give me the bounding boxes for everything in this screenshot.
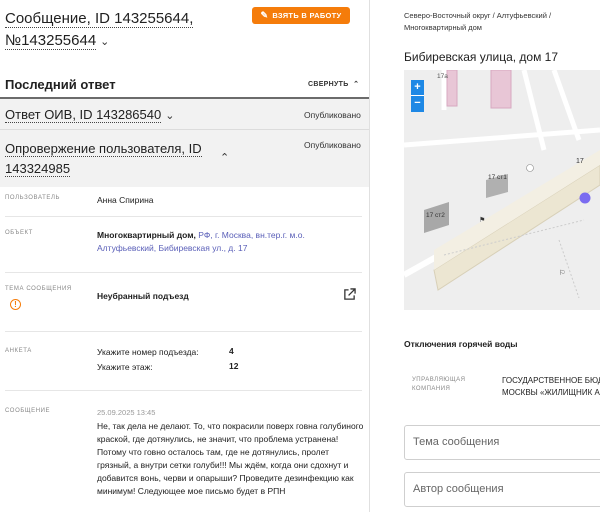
management-company-line2: МОСКВЫ «ЖИЛИЩНИК А (502, 388, 600, 397)
warning-icon: ! (10, 299, 21, 310)
form-label: АНКЕТА (5, 348, 32, 354)
collapse-button[interactable]: СВЕРНУТЬ ⌃ (308, 80, 359, 88)
management-company-label: УПРАВЛЯЮЩАЯ КОМПАНИЯ (412, 377, 466, 392)
map-label-17st2: 17 ст2 (426, 212, 445, 219)
divider (0, 129, 369, 130)
divider (5, 331, 362, 332)
entrance-icon: ⚑ (479, 216, 485, 224)
refutation-title[interactable]: Опровержение пользователя, ID 143324985 (5, 139, 220, 179)
chevron-down-icon[interactable]: ⌄ (100, 31, 109, 53)
zoom-in-button[interactable]: + (411, 80, 424, 96)
map-marker (579, 192, 591, 204)
external-link-icon[interactable] (343, 288, 356, 301)
message-title[interactable]: Сообщение, ID 143255644, №143255644 ⌄ (5, 8, 235, 53)
zoom-out-button[interactable]: − (414, 97, 420, 109)
object-label: ОБЪЕКТ (5, 230, 33, 236)
entrance-icon: ⚐ (559, 269, 565, 277)
chevron-up-icon[interactable]: ⌃ (220, 151, 229, 164)
divider (5, 216, 362, 217)
reply-oiv-title[interactable]: Ответ ОИВ, ID 143286540 ⌄ (5, 107, 174, 123)
question-1-label: Укажите номер подъезда: (97, 347, 199, 357)
object-value: Многоквартирный дом, РФ, г. Москва, вн.т… (97, 229, 322, 255)
message-title-line1: Сообщение, ID 143255644, (5, 10, 194, 28)
subject-field[interactable]: Тема сообщения (404, 425, 600, 460)
reply-oiv-status: Опубликовано (304, 110, 361, 120)
message-date: 25.09.2025 13:45 (97, 408, 156, 417)
breadcrumb[interactable]: Северо-Восточный округ / Алтуфьевский / … (404, 10, 600, 34)
divider (5, 390, 362, 391)
parking-icon (526, 164, 534, 172)
author-field[interactable]: Автор сообщения (404, 472, 600, 507)
collapse-label: СВЕРНУТЬ (308, 81, 349, 88)
refutation-title-text: Опровержение пользователя, ID 143324985 (5, 141, 202, 177)
map-label-17a: 17а (437, 73, 448, 80)
divider (5, 272, 362, 273)
map-canvas: 17а 17 17 ст1 17 ст2 ⚑ ⚐ (404, 70, 600, 310)
question-2-label: Укажите этаж: (97, 362, 153, 372)
map-label-17: 17 (576, 158, 584, 165)
message-title-line2: №143255644 (5, 32, 97, 50)
question-2-value: 12 (229, 361, 239, 371)
hot-water-outage-title: Отключения горячей воды (404, 339, 518, 349)
pencil-icon: ✎ (260, 10, 269, 20)
take-to-work-button[interactable]: ✎ ВЗЯТЬ В РАБОТУ (252, 7, 350, 24)
subject-placeholder: Тема сообщения (413, 436, 500, 448)
last-reply-heading: Последний ответ (5, 77, 116, 92)
message-panel: Сообщение, ID 143255644, №143255644 ⌄ ✎ В… (0, 0, 370, 512)
topic-label: ТЕМА СООБЩЕНИЯ (5, 286, 72, 292)
zoom-control: + − (411, 80, 424, 112)
message-text: Не, так дела не делают. То, что покрасил… (97, 421, 364, 496)
management-company-line1: ГОСУДАРСТВЕННОЕ БЮД (502, 376, 600, 385)
object-type: Многоквартирный дом, (97, 230, 196, 240)
management-company-value: ГОСУДАРСТВЕННОЕ БЮД МОСКВЫ «ЖИЛИЩНИК А (502, 375, 600, 399)
reply-oiv-title-text: Ответ ОИВ, ID 143286540 (5, 107, 162, 123)
object-panel: Северо-Восточный округ / Алтуфьевский / … (384, 0, 600, 512)
map[interactable]: 17а 17 17 ст1 17 ст2 ⚑ ⚐ + − (404, 70, 600, 310)
chevron-down-icon[interactable]: ⌄ (165, 109, 174, 122)
map-label-17st1: 17 ст1 (488, 174, 507, 181)
refutation-status: Опубликовано (304, 140, 361, 150)
object-address-title: Бибиревская улица, дом 17 (404, 50, 559, 64)
user-value: Анна Спирина (97, 195, 154, 205)
message-label: СООБЩЕНИЕ (5, 408, 51, 414)
user-label: ПОЛЬЗОВАТЕЛЬ (5, 195, 61, 201)
take-to-work-label: ВЗЯТЬ В РАБОТУ (272, 11, 342, 20)
question-1-value: 4 (229, 346, 234, 356)
topic-value: Неубранный подъезд (97, 291, 189, 301)
author-placeholder: Автор сообщения (413, 483, 504, 495)
chevron-up-icon: ⌃ (350, 81, 360, 88)
